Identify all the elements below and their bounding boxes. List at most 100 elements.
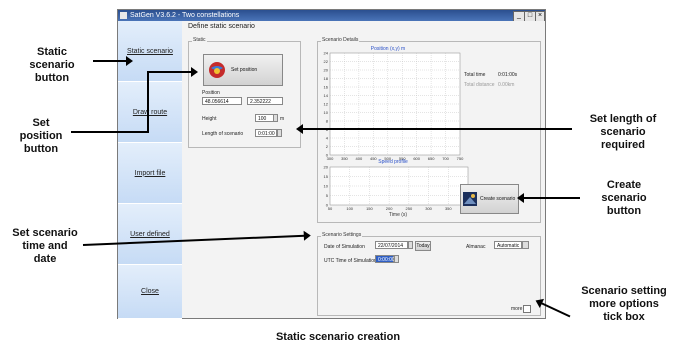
almanac-label: Almanac (466, 244, 486, 250)
create-scenario-button[interactable]: Create scenario (460, 184, 519, 214)
set-position-label: Set position (231, 67, 258, 73)
title-bar: SatGen V3.6.2 - Two constellations _ □ × (118, 10, 545, 22)
y-tick-label: 24 (324, 51, 329, 56)
date-spinner[interactable] (408, 241, 413, 249)
speed-chart-title: Speed profile (378, 159, 408, 165)
static-group: Static Set position Position 48.056614 2… (188, 37, 301, 148)
utc-field[interactable]: 0:00:00 (375, 255, 395, 263)
page-title: Define static scenario (188, 23, 255, 30)
app-icon (120, 12, 127, 19)
callout-set-position: Set position button (11, 117, 71, 156)
height-spinner[interactable] (273, 114, 278, 122)
nav-label: Static scenario (127, 47, 173, 55)
position-chart: 300 350 400 450 500 550 600 650 700 7502422201816… (324, 51, 465, 162)
nav-import-file-button[interactable]: Import file (118, 143, 182, 204)
date-field[interactable]: 22/07/2014 (375, 241, 408, 249)
callout-line: date (33, 253, 57, 265)
today-button[interactable]: Today (415, 241, 431, 251)
more-options-checkbox[interactable] (523, 305, 531, 313)
callout-length: Set length of scenario required (577, 113, 669, 152)
callout-time-date: Set scenario time and date (5, 227, 85, 266)
almanac-dropdown-icon[interactable] (522, 241, 529, 249)
y-tick-label: 20 (324, 165, 329, 170)
total-distance-value: 0.00km (498, 82, 515, 88)
scenario-settings-label: Scenario Settings (321, 232, 363, 238)
more-label: more (511, 306, 523, 312)
y-tick-label: 5 (326, 193, 329, 198)
length-field[interactable]: 0:01:00 (255, 129, 277, 137)
utc-label: UTC Time of Simulation (324, 258, 377, 264)
x-tick-label: 300 (425, 206, 432, 211)
nav-close-button[interactable]: Close (118, 265, 182, 319)
total-time-value: 0:01:00s (498, 72, 518, 78)
x-tick-label: 150 (366, 206, 373, 211)
static-group-label: Static (192, 37, 207, 43)
arrow-static-scenario (93, 56, 133, 66)
x-tick-label: 250 (406, 206, 413, 211)
y-tick-label: 22 (324, 59, 329, 64)
callout-create: Create scenario button (586, 179, 662, 218)
callout-line: position (19, 130, 63, 142)
arrow-set-position-h2 (147, 67, 198, 77)
callout-line: scenario (600, 126, 646, 138)
y-tick-label: 2 (326, 144, 329, 149)
callout-line: scenario (29, 59, 75, 71)
nav-label: User defined (130, 230, 170, 238)
callout-line: Set (32, 117, 50, 129)
x-tick-label: 50 (328, 206, 333, 211)
create-scenario-label: Create scenario (480, 196, 516, 202)
nav-label: Draw route (132, 108, 168, 116)
arrow-create (517, 193, 580, 203)
set-position-button[interactable]: Set position (203, 54, 283, 86)
callout-line: more options (589, 298, 659, 310)
position-chart-title: Position (x,y) m (371, 46, 405, 52)
x-tick-label: 750 (457, 156, 464, 161)
nav-label: Import file (134, 169, 166, 177)
utc-spinner[interactable] (394, 255, 399, 263)
x-tick-label: 350 (341, 156, 348, 161)
scenario-settings-group: Scenario Settings Date of Simulation 22/… (317, 232, 541, 316)
callout-line: button (606, 205, 642, 217)
arrow-length (296, 124, 572, 134)
nav-label: Close (141, 288, 159, 295)
length-spinner[interactable] (277, 129, 282, 137)
callout-line: Scenario setting (581, 285, 667, 297)
y-tick-label: 12 (324, 102, 329, 107)
almanac-select[interactable]: Automatic (494, 241, 522, 249)
nav-user-defined-button[interactable]: User defined (118, 204, 182, 265)
globe-icon (209, 62, 225, 78)
y-tick-label: 18 (324, 76, 329, 81)
x-tick-label: 400 (356, 156, 363, 161)
nav-draw-route-button[interactable]: Draw route (118, 82, 182, 143)
main-content: Define static scenario Static Set positi… (182, 21, 545, 318)
x-tick-label: 650 (428, 156, 435, 161)
callout-line: Create (606, 179, 642, 191)
height-unit: m (280, 116, 285, 122)
x-tick-label: 600 (413, 156, 420, 161)
y-tick-label: 15 (324, 174, 329, 179)
x-tick-label: 100 (346, 206, 353, 211)
height-field[interactable]: 100 (255, 114, 274, 122)
figure-caption: Static scenario creation (275, 331, 401, 343)
callout-line: Static (37, 46, 67, 58)
callout-line: tick box (603, 311, 645, 323)
latitude-field[interactable]: 48.056614 (202, 97, 242, 105)
total-time-label: Total time (464, 72, 486, 78)
x-tick-label: 700 (442, 156, 449, 161)
y-tick-label: 4 (326, 136, 329, 141)
speed-chart-xlabel: Time (s) (389, 212, 407, 218)
callout-line: scenario (601, 192, 647, 204)
callout-line: button (23, 143, 59, 155)
total-distance-label: Total distance (464, 82, 495, 88)
y-tick-label: 14 (324, 93, 329, 98)
x-tick-label: 450 (370, 156, 377, 161)
length-label: Length of scenario (202, 131, 244, 137)
y-tick-label: 8 (326, 119, 329, 124)
callout-line: required (600, 139, 645, 151)
y-tick-label: 20 (324, 68, 329, 73)
longitude-field[interactable]: 2.352222 (247, 97, 283, 105)
callout-line: time and (22, 240, 68, 252)
height-label: Height (202, 116, 217, 122)
callout-more-options: Scenario setting more options tick box (577, 285, 671, 324)
callout-line: button (34, 72, 70, 84)
